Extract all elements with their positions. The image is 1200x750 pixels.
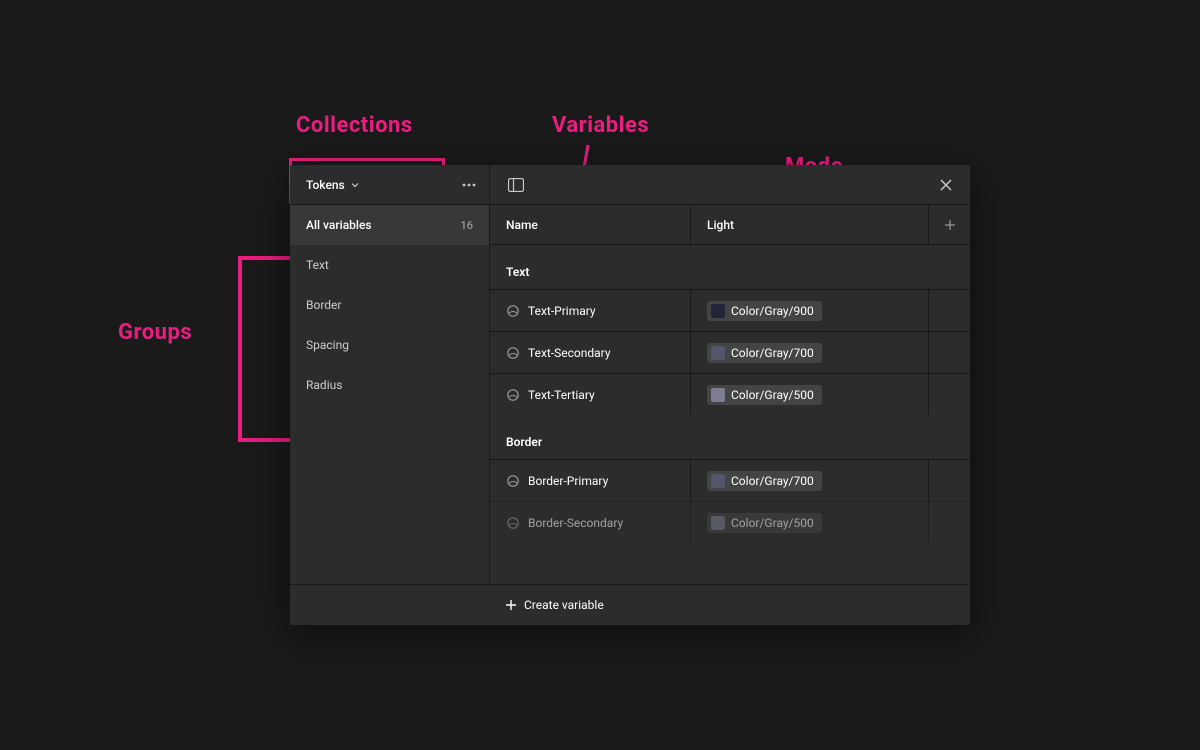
sidebar-item-spacing[interactable]: Spacing (290, 325, 489, 365)
alias-label: Color/Gray/500 (731, 388, 814, 402)
variable-extra-cell (928, 332, 970, 373)
variable-name: Border-Primary (528, 474, 608, 488)
variable-row[interactable]: Border-Primary Color/Gray/700 (490, 459, 970, 501)
variable-value-cell[interactable]: Color/Gray/500 (690, 374, 928, 415)
color-swatch (711, 304, 725, 318)
variable-value-cell[interactable]: Color/Gray/700 (690, 460, 928, 501)
close-button[interactable] (928, 167, 964, 203)
close-icon (940, 179, 952, 191)
variable-value-cell[interactable]: Color/Gray/700 (690, 332, 928, 373)
main-content: Name Light Text (490, 165, 970, 584)
sidebar-header: Tokens (290, 165, 489, 205)
sidebar-item-count: 16 (460, 219, 473, 232)
annotation-bracket-top (238, 256, 290, 260)
sidebar-item-border[interactable]: Border (290, 285, 489, 325)
variable-name-cell: Text-Primary (490, 290, 690, 331)
sidebar-item-all-variables[interactable]: All variables 16 (290, 205, 489, 245)
group-heading: Text (490, 245, 970, 289)
annotation-groups: Groups (118, 320, 192, 345)
variable-name: Text-Primary (528, 304, 596, 318)
color-swatch (711, 474, 725, 488)
more-horizontal-icon (462, 183, 476, 187)
variable-value-cell[interactable]: Color/Gray/500 (690, 502, 928, 543)
alias-label: Color/Gray/700 (731, 474, 814, 488)
sidebar-item-label: Text (306, 258, 329, 272)
variable-extra-cell (928, 374, 970, 415)
color-type-icon (506, 516, 520, 530)
plus-icon (506, 600, 516, 610)
alias-label: Color/Gray/900 (731, 304, 814, 318)
sidebar-item-label: Radius (306, 378, 342, 392)
sidebar: Tokens All variables 16 Text (290, 165, 490, 584)
variable-row[interactable]: Text-Secondary Color/Gray/700 (490, 331, 970, 373)
sidebar-toggle-button[interactable] (498, 167, 534, 203)
alias-label: Color/Gray/700 (731, 346, 814, 360)
alias-pill: Color/Gray/900 (707, 301, 822, 321)
alias-pill: Color/Gray/700 (707, 343, 822, 363)
sidebar-panel-icon (508, 178, 524, 192)
column-header-label: Name (506, 218, 538, 232)
variable-extra-cell (928, 290, 970, 331)
variable-name: Text-Secondary (528, 346, 611, 360)
panel-footer: Create variable (290, 585, 970, 625)
variable-name-cell: Text-Tertiary (490, 374, 690, 415)
color-type-icon (506, 474, 520, 488)
chevron-down-icon (351, 181, 359, 189)
sidebar-item-radius[interactable]: Radius (290, 365, 489, 405)
create-variable-label: Create variable (524, 598, 604, 612)
annotation-bracket-bottom (238, 438, 290, 442)
collection-label: Tokens (306, 178, 345, 192)
color-swatch (711, 516, 725, 530)
variable-row[interactable]: Border-Secondary Color/Gray/500 (490, 501, 970, 543)
variable-name: Border-Secondary (528, 516, 623, 530)
alias-pill: Color/Gray/500 (707, 513, 822, 533)
color-swatch (711, 388, 725, 402)
sidebar-item-label: Spacing (306, 338, 349, 352)
variable-name-cell: Border-Primary (490, 460, 690, 501)
create-variable-button[interactable]: Create variable (506, 598, 604, 612)
alias-label: Color/Gray/500 (731, 516, 814, 530)
variable-row[interactable]: Text-Tertiary Color/Gray/500 (490, 373, 970, 415)
annotation-variables: Variables (552, 113, 649, 138)
color-type-icon (506, 304, 520, 318)
columns-header: Name Light (490, 205, 970, 245)
variable-value-cell[interactable]: Color/Gray/900 (690, 290, 928, 331)
sidebar-item-label: All variables (306, 218, 372, 232)
variable-name-cell: Text-Secondary (490, 332, 690, 373)
variable-row[interactable]: Text-Primary Color/Gray/900 (490, 289, 970, 331)
variable-name: Text-Tertiary (528, 388, 595, 402)
alias-pill: Color/Gray/700 (707, 471, 822, 491)
variable-name-cell: Border-Secondary (490, 502, 690, 543)
sidebar-item-text[interactable]: Text (290, 245, 489, 285)
add-mode-button[interactable] (928, 205, 970, 244)
collection-selector[interactable]: Tokens (290, 165, 449, 205)
variables-table: Text Text-Primary Color/Gray/900 (490, 245, 970, 584)
alias-pill: Color/Gray/500 (707, 385, 822, 405)
column-header-mode[interactable]: Light (690, 205, 928, 244)
variable-extra-cell (928, 502, 970, 543)
color-type-icon (506, 346, 520, 360)
sidebar-item-label: Border (306, 298, 341, 312)
color-swatch (711, 346, 725, 360)
variable-extra-cell (928, 460, 970, 501)
annotation-collections: Collections (296, 113, 413, 138)
color-type-icon (506, 388, 520, 402)
group-heading: Border (490, 415, 970, 459)
column-header-name[interactable]: Name (490, 205, 690, 244)
annotation-bracket-side (238, 256, 242, 442)
variables-panel: Tokens All variables 16 Text (290, 165, 970, 625)
column-header-label: Light (707, 218, 734, 232)
more-options-button[interactable] (449, 165, 489, 205)
main-header (490, 165, 970, 205)
plus-icon (945, 220, 955, 230)
